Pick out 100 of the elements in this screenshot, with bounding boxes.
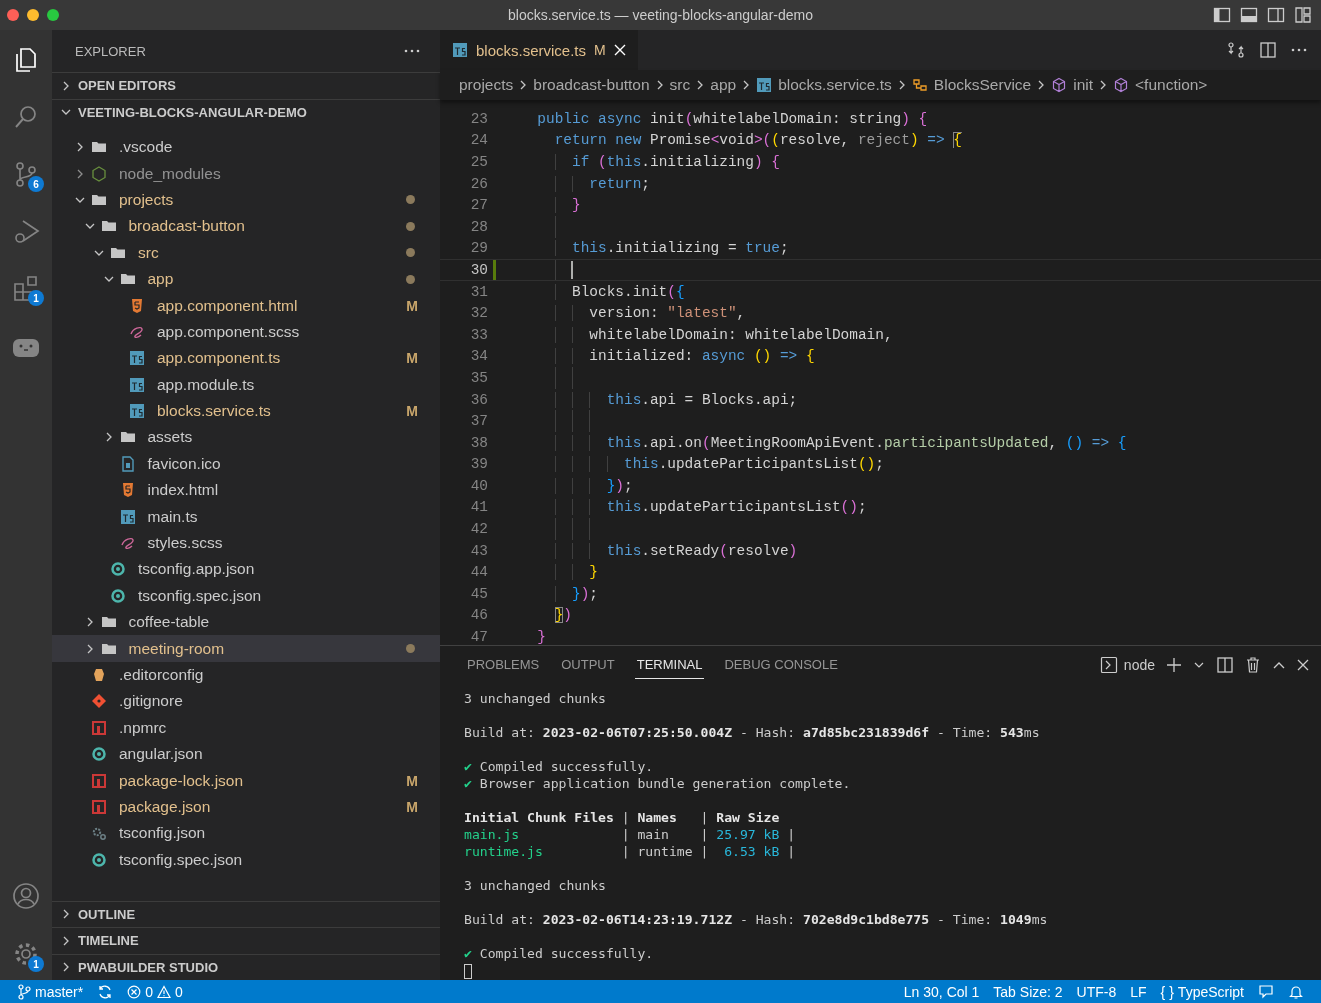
file-item[interactable]: angular.json [52, 741, 440, 768]
split-editor-icon[interactable] [1259, 41, 1277, 59]
close-icon[interactable] [1297, 659, 1309, 671]
breadcrumb[interactable]: BlocksService [911, 76, 1032, 94]
folder-item[interactable]: src [52, 239, 440, 266]
code-token: => [1090, 434, 1111, 451]
code-token: true [745, 240, 780, 257]
breadcrumb[interactable]: <function> [1113, 76, 1208, 94]
zoom-window-button[interactable] [47, 9, 59, 21]
more-actions-icon[interactable] [404, 49, 420, 53]
git-status-label: M [406, 350, 418, 367]
run-debug-icon[interactable] [12, 217, 40, 245]
close-window-button[interactable] [7, 9, 19, 21]
code-token: resolve, [779, 132, 851, 149]
section-header[interactable]: OPEN EDITORS [52, 72, 440, 99]
file-item[interactable]: styles.scss [52, 529, 440, 557]
code-token: participantsUpdated [883, 434, 1049, 451]
class-icon [911, 77, 928, 93]
code-token: ) [563, 607, 572, 624]
section-header[interactable]: OUTLINE [52, 900, 440, 927]
more-actions-icon[interactable] [1291, 48, 1307, 52]
encoding-setting[interactable]: UTF-8 [1069, 983, 1124, 1000]
terminal-selector[interactable]: node [1099, 656, 1155, 674]
cursor-position[interactable]: Ln 30, Col 1 [896, 983, 987, 1000]
file-item[interactable]: tsconfig.json [52, 820, 440, 847]
folder-item[interactable]: .vscode [52, 134, 440, 161]
file-item[interactable]: app.component.html M [52, 292, 440, 319]
file-item[interactable]: app.component.scss [52, 318, 440, 346]
file-item[interactable]: .gitignore [52, 688, 440, 715]
section-header[interactable]: TIMELINE [52, 927, 440, 954]
minimize-window-button[interactable] [27, 9, 39, 21]
file-item[interactable]: package-lock.json M [52, 767, 440, 794]
ring-icon [91, 851, 107, 868]
terminal-text: 702e8d9c1bd8e775 [803, 912, 930, 927]
file-item[interactable]: tsconfig.spec.json [52, 846, 440, 873]
terminal-text: Raw Size [716, 810, 780, 825]
language-mode[interactable]: TypeScript [1177, 983, 1244, 1000]
file-item[interactable]: tsconfig.spec.json [52, 582, 440, 610]
line-ending-setting[interactable]: LF [1123, 983, 1154, 1000]
sync-icon[interactable] [97, 983, 114, 1000]
breadcrumb[interactable]: broadcast-button [533, 76, 650, 94]
breadcrumb[interactable]: blocks.service.ts [756, 76, 892, 94]
code-token: ) [909, 132, 919, 149]
file-item[interactable]: app.component.ts M [52, 345, 440, 372]
new-terminal-icon[interactable] [1166, 657, 1182, 673]
breadcrumb[interactable]: app [710, 76, 737, 94]
toggle-panel-icon[interactable] [1240, 6, 1258, 24]
folder-item[interactable]: coffee-table [52, 609, 440, 636]
customize-layout-icon[interactable] [1294, 6, 1312, 24]
problems-indicator[interactable]: 0 0 [120, 983, 190, 1000]
toggle-sidebar-icon[interactable] [1213, 6, 1231, 24]
account-icon[interactable] [12, 882, 40, 910]
folder-item[interactable]: assets [52, 424, 440, 451]
file-item[interactable]: app.module.ts [52, 371, 440, 398]
code-token: async [701, 348, 747, 365]
feedback-icon[interactable] [1258, 983, 1274, 1000]
compare-changes-icon[interactable] [1227, 41, 1245, 59]
folder-item[interactable]: node_modules [52, 160, 440, 187]
file-item[interactable]: favicon.ico [52, 450, 440, 478]
line-number: 39 [469, 456, 488, 473]
extensions-icon[interactable] [12, 274, 40, 302]
section-header[interactable]: VEETING-BLOCKS-ANGULAR-DEMO [52, 98, 440, 125]
panel-tab[interactable]: DEBUG CONSOLE [722, 651, 840, 679]
html-file-icon [129, 297, 145, 314]
toggle-secondary-sidebar-icon[interactable] [1267, 6, 1285, 24]
git-status-label: M [406, 772, 418, 789]
file-item[interactable]: .npmrc [52, 714, 440, 741]
file-item[interactable]: blocks.service.ts M [52, 397, 440, 425]
panel-tab[interactable]: TERMINAL [634, 651, 705, 679]
folder-item[interactable]: meeting-room [52, 635, 440, 662]
trash-icon[interactable] [1245, 657, 1261, 673]
indentation-setting[interactable]: Tab Size: 2 [986, 983, 1070, 1000]
terminal-text: | runtime | [620, 844, 710, 859]
folder-item[interactable]: broadcast-button [52, 213, 440, 240]
breadcrumb[interactable]: init [1051, 76, 1094, 94]
file-item[interactable]: index.html [52, 477, 440, 504]
breadcrumb[interactable]: src [669, 76, 691, 94]
code-token: .api.on [641, 434, 702, 451]
terminal-text: 3 unchanged chunks [464, 878, 606, 893]
line-number: 47 [469, 629, 488, 645]
settings-icon[interactable] [12, 940, 40, 968]
file-item[interactable]: tsconfig.app.json [52, 556, 440, 583]
breadcrumb[interactable]: projects [459, 76, 514, 94]
terminal-text: 2023-02-06T14:23:19.712Z [542, 912, 733, 927]
editor-tab[interactable]: blocks.service.ts M [440, 30, 638, 70]
folder-item[interactable]: app [52, 265, 440, 293]
file-item[interactable]: .editorconfig [52, 661, 440, 689]
file-item[interactable]: main.ts [52, 503, 440, 530]
split-terminal-icon[interactable] [1216, 656, 1234, 674]
branch-indicator[interactable]: master* [10, 983, 91, 1000]
terminal-text: Initial Chunk Files [464, 810, 614, 825]
file-item[interactable]: package.json M [52, 793, 440, 821]
panel-tab[interactable]: PROBLEMS [465, 651, 542, 679]
panel-tab[interactable]: OUTPUT [559, 651, 617, 679]
terminal-text: 1049 [1000, 912, 1032, 927]
code-token: () [840, 499, 858, 516]
bell-icon[interactable] [1288, 983, 1304, 1000]
folder-item[interactable]: projects [52, 186, 440, 214]
code-token: ) [615, 477, 624, 494]
code-token: () [857, 456, 876, 473]
